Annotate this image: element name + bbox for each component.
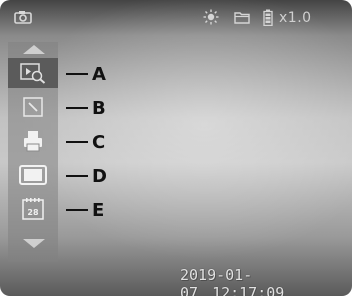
menu-item-playback-zoom[interactable] [8, 58, 58, 88]
camera-icon [14, 11, 32, 24]
callout-label: B [92, 97, 106, 119]
callout-line [66, 141, 88, 143]
callout-label: D [92, 165, 107, 187]
callout-line [66, 73, 88, 75]
playback-zoom-icon [20, 63, 46, 84]
callout-line [66, 175, 88, 177]
callout-line [66, 107, 88, 109]
battery-icon [263, 9, 273, 26]
camera-screen: x1.0 28 A B C D E 2019-01-07 12:17:09 [0, 0, 352, 296]
callout-a: A [66, 63, 106, 85]
menu-item-print[interactable] [8, 126, 58, 156]
folder-icon [234, 12, 250, 24]
callout-label: A [92, 63, 106, 85]
callout-d: D [66, 165, 107, 187]
date-time-stamp: 2019-01-07 12:17:09 [180, 266, 352, 296]
date-stamp-icon-text: 28 [27, 208, 39, 217]
zoom-level: x1.0 [279, 10, 312, 26]
menu-item-edit[interactable] [8, 92, 58, 122]
date-stamp-icon: 28 [22, 198, 44, 220]
menu-item-photo-frame[interactable] [8, 160, 58, 190]
callout-c: C [66, 131, 106, 153]
scroll-down-arrow-icon[interactable] [23, 239, 45, 248]
menu-rail: 28 [8, 42, 58, 262]
brightness-icon [203, 9, 219, 25]
edit-icon [23, 97, 43, 117]
top-status-bar: x1.0 [0, 0, 352, 36]
photo-frame-icon [19, 165, 47, 185]
callout-e: E [66, 199, 105, 221]
callout-b: B [66, 97, 106, 119]
menu-item-date-stamp[interactable]: 28 [8, 194, 58, 224]
print-icon [24, 131, 42, 152]
scroll-up-arrow-icon[interactable] [23, 45, 45, 54]
callout-label: E [92, 199, 105, 221]
time-text: 12:17:09 [212, 284, 285, 296]
callout-line [66, 209, 88, 211]
callout-label: C [92, 131, 106, 153]
